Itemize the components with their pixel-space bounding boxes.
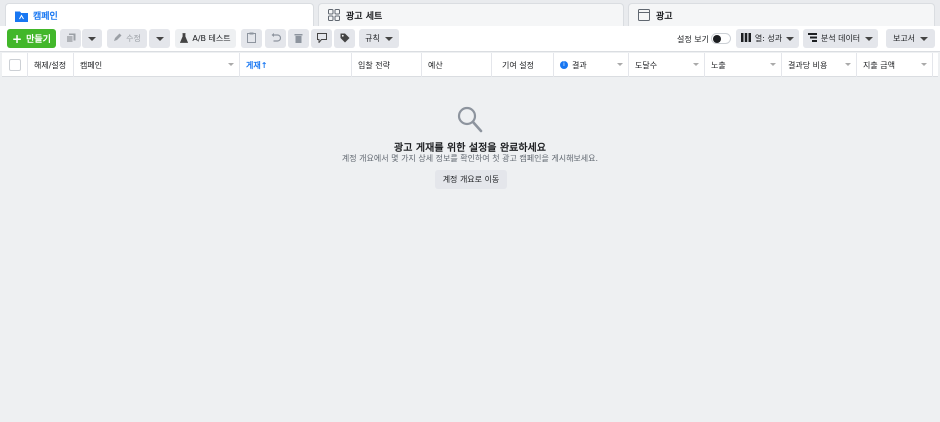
sort-icon [693, 63, 699, 66]
column-toggle[interactable]: 해제/설정 [28, 53, 74, 77]
chevron-down-icon [88, 36, 96, 41]
sort-icon [770, 63, 776, 66]
rules-dropdown-button[interactable]: 규칙 [359, 29, 399, 48]
tag-button[interactable] [334, 29, 355, 48]
sort-icon [845, 63, 851, 66]
edit-dropdown-button[interactable] [149, 29, 170, 48]
chevron-down-icon [920, 36, 929, 41]
column-label: 게재↑ [246, 60, 268, 70]
column-label: 노출 [711, 60, 726, 70]
undo-button[interactable] [265, 29, 286, 48]
create-label: 만들기 [26, 35, 51, 45]
tab-ads[interactable]: 광고 [628, 3, 935, 26]
grid-icon [328, 9, 341, 21]
reports-label: 보고서 [892, 34, 916, 43]
folder-icon [15, 10, 28, 22]
settings-view-toggle[interactable] [711, 33, 731, 44]
column-label: 지출 금액 [863, 60, 895, 70]
reports-dropdown-button[interactable]: 보고서 [886, 29, 935, 48]
column-impressions[interactable]: 노출 [705, 53, 782, 77]
breakdown-icon [807, 33, 817, 44]
chevron-down-icon [786, 36, 795, 41]
preview-button[interactable] [311, 29, 332, 48]
clipboard-icon [247, 32, 256, 45]
campaign-table-header: 해제/설정 캠페인 게재↑ 입찰 전략 예산 기여 설정 i 결과 도달수 노출… [2, 53, 938, 77]
columns-label: 열: 성과 [754, 34, 783, 43]
undo-icon [271, 32, 281, 45]
duplicate-button[interactable] [60, 29, 81, 48]
tab-label: 광고 [656, 11, 673, 22]
duplicate-dropdown-button[interactable] [82, 29, 102, 48]
settings-view-label: 설정 보기 [677, 35, 709, 44]
tab-campaigns[interactable]: 캠페인 [5, 3, 314, 27]
plus-icon: + [12, 31, 23, 46]
go-to-account-overview-button[interactable]: 계정 개요로 이동 [435, 170, 507, 189]
column-cost-per-result[interactable]: 결과당 비용 [782, 53, 857, 77]
column-label: 기여 설정 [502, 60, 534, 70]
breakdown-label: 분석 데이터 [820, 34, 861, 43]
column-label: 도달수 [635, 60, 658, 70]
ab-test-label: A/B 테스트 [192, 34, 231, 43]
select-all-checkbox[interactable] [9, 59, 21, 71]
column-bid-strategy[interactable]: 입찰 전략 [352, 53, 422, 77]
column-budget[interactable]: 예산 [422, 53, 492, 77]
column-reach[interactable]: 도달수 [629, 53, 705, 77]
empty-state-subtitle: 계정 개요에서 몇 가지 상세 정보를 확인하여 첫 광고 캠페인을 게시해보세… [341, 154, 599, 163]
chevron-down-icon [384, 36, 393, 41]
ab-test-button[interactable]: A/B 테스트 [175, 29, 236, 48]
breakdown-dropdown-button[interactable]: 분석 데이터 [803, 29, 878, 48]
sort-icon [617, 63, 623, 66]
empty-state-illustration [0, 106, 940, 137]
column-delivery[interactable]: 게재↑ [240, 53, 352, 77]
delete-button[interactable] [288, 29, 309, 48]
columns-icon [740, 33, 751, 44]
duplicate-icon [65, 33, 76, 45]
magnifier-icon [457, 106, 483, 137]
sort-icon [921, 63, 927, 66]
column-campaign[interactable]: 캠페인 [74, 53, 240, 77]
trash-icon [294, 33, 303, 45]
column-label: 예산 [428, 60, 443, 70]
column-label: 입찰 전략 [358, 60, 390, 70]
create-button[interactable]: + 만들기 [7, 29, 56, 48]
tab-label: 광고 세트 [346, 11, 383, 22]
column-label: 결과 [572, 60, 587, 70]
chevron-down-icon [865, 36, 874, 41]
edit-button[interactable]: 수정 [107, 29, 147, 48]
column-amount-spent[interactable]: 지출 금액 [857, 53, 933, 77]
clipboard-button[interactable] [241, 29, 262, 48]
toggle-knob [713, 35, 721, 43]
comment-icon [316, 32, 327, 45]
column-label: 캠페인 [80, 60, 103, 70]
columns-dropdown-button[interactable]: 열: 성과 [736, 29, 799, 48]
rules-label: 규칙 [365, 34, 380, 43]
tab-ad-sets[interactable]: 광고 세트 [318, 3, 624, 26]
column-attribution[interactable]: 기여 설정 [492, 53, 554, 77]
column-results[interactable]: i 결과 [554, 53, 629, 77]
ad-icon [638, 9, 651, 21]
tab-label: 캠페인 [33, 12, 58, 22]
info-icon: i [560, 61, 568, 69]
object-tab-bar: 캠페인 광고 세트 광고 [0, 0, 940, 27]
campaign-toolbar: + 만들기 수정 A/B 테스트 규칙 설정 보기 열: 성과 분석 데이터 보… [0, 26, 940, 52]
pencil-icon [113, 33, 122, 44]
sort-icon [228, 63, 234, 66]
tag-icon [340, 33, 350, 45]
flask-icon [180, 32, 189, 45]
column-label: 해제/설정 [34, 60, 67, 70]
edit-label: 수정 [126, 34, 141, 43]
empty-state-title: 광고 게재를 위한 설정을 완료하세요 [394, 143, 546, 154]
chevron-down-icon [155, 36, 164, 41]
column-label: 결과당 비용 [788, 60, 828, 70]
select-all-cell [2, 53, 28, 77]
